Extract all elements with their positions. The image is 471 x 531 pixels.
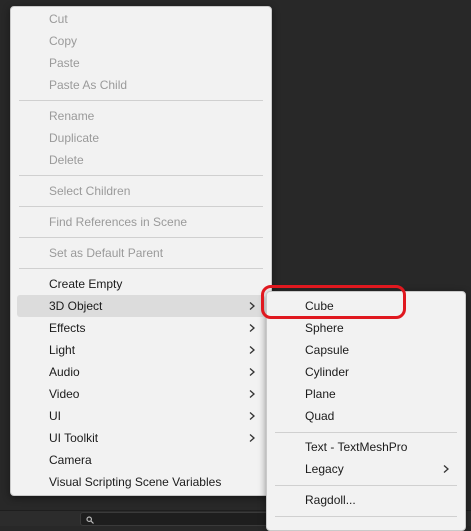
menu-item-label: UI (49, 409, 61, 423)
menu-item-copy: Copy (17, 30, 265, 52)
menu-item-label: Visual Scripting Scene Variables (49, 475, 222, 489)
menu-item-label: Ragdoll... (305, 493, 356, 507)
menu-item-label: Create Empty (49, 277, 123, 291)
menu-item-label: Cut (49, 12, 68, 26)
submenu-item-plane[interactable]: Plane (273, 383, 459, 405)
menu-item-paste-as-child: Paste As Child (17, 74, 265, 96)
menu-item-label: Legacy (305, 462, 344, 476)
menu-separator (19, 175, 263, 176)
menu-item-label: Video (49, 387, 80, 401)
submenu-item-quad[interactable]: Quad (273, 405, 459, 427)
menu-item-label: Copy (49, 34, 78, 48)
menu-item-rename: Rename (17, 105, 265, 127)
submenu-item-cylinder[interactable]: Cylinder (273, 361, 459, 383)
menu-separator (19, 100, 263, 101)
menu-separator (275, 432, 457, 433)
submenu-item-text-textmeshpro[interactable]: Text - TextMeshPro (273, 436, 459, 458)
chevron-right-icon (249, 346, 255, 354)
chevron-right-icon (249, 434, 255, 442)
3d-object-submenu: Cube Sphere Capsule Cylinder Plane Quad … (266, 291, 466, 531)
menu-item-paste: Paste (17, 52, 265, 74)
menu-item-label: Duplicate (49, 131, 100, 145)
menu-item-label: UI Toolkit (49, 431, 99, 445)
chevron-right-icon (249, 390, 255, 398)
menu-separator (275, 516, 457, 517)
menu-item-label: Text - TextMeshPro (305, 440, 408, 454)
menu-separator (19, 206, 263, 207)
menu-item-label: Sphere (305, 321, 344, 335)
menu-item-label: Select Children (49, 184, 131, 198)
menu-separator (19, 268, 263, 269)
menu-item-audio[interactable]: Audio (17, 361, 265, 383)
menu-item-effects[interactable]: Effects (17, 317, 265, 339)
menu-item-cut: Cut (17, 8, 265, 30)
menu-item-delete: Delete (17, 149, 265, 171)
chevron-right-icon (249, 302, 255, 310)
menu-separator (19, 237, 263, 238)
chevron-right-icon (249, 412, 255, 420)
menu-item-light[interactable]: Light (17, 339, 265, 361)
menu-item-label: Quad (305, 409, 335, 423)
menu-item-label: Audio (49, 365, 80, 379)
menu-item-label: Paste (49, 56, 80, 70)
menu-item-label: Camera (49, 453, 92, 467)
menu-item-ui[interactable]: UI (17, 405, 265, 427)
menu-item-label: Paste As Child (49, 78, 128, 92)
menu-item-label: Effects (49, 321, 86, 335)
submenu-item-legacy[interactable]: Legacy (273, 458, 459, 480)
menu-item-label: Plane (305, 387, 336, 401)
chevron-right-icon (249, 368, 255, 376)
submenu-item-sphere[interactable]: Sphere (273, 317, 459, 339)
menu-item-label: Delete (49, 153, 84, 167)
chevron-right-icon (443, 465, 449, 473)
menu-item-visual-scripting-scene-variables[interactable]: Visual Scripting Scene Variables (17, 471, 265, 493)
submenu-item-ragdoll[interactable]: Ragdoll... (273, 489, 459, 511)
menu-item-label: Capsule (305, 343, 350, 357)
search-icon (86, 513, 94, 524)
menu-separator (275, 485, 457, 486)
menu-item-video[interactable]: Video (17, 383, 265, 405)
menu-item-create-empty[interactable]: Create Empty (17, 273, 265, 295)
menu-item-label: Rename (49, 109, 95, 123)
menu-item-3d-object[interactable]: 3D Object (17, 295, 265, 317)
menu-item-label: 3D Object (49, 299, 103, 313)
menu-item-label: Cylinder (305, 365, 350, 379)
menu-item-ui-toolkit[interactable]: UI Toolkit (17, 427, 265, 449)
menu-item-set-default-parent: Set as Default Parent (17, 242, 265, 264)
submenu-item-capsule[interactable]: Capsule (273, 339, 459, 361)
menu-item-find-references: Find References in Scene (17, 211, 265, 233)
context-menu: Cut Copy Paste Paste As Child Rename Dup… (10, 6, 272, 496)
menu-item-camera[interactable]: Camera (17, 449, 265, 471)
chevron-right-icon (249, 324, 255, 332)
menu-item-duplicate: Duplicate (17, 127, 265, 149)
menu-item-label: Cube (305, 299, 334, 313)
menu-item-select-children: Select Children (17, 180, 265, 202)
submenu-item-cube[interactable]: Cube (273, 295, 459, 317)
menu-item-label: Find References in Scene (49, 215, 188, 229)
menu-item-label: Light (49, 343, 76, 357)
menu-item-label: Set as Default Parent (49, 246, 164, 260)
